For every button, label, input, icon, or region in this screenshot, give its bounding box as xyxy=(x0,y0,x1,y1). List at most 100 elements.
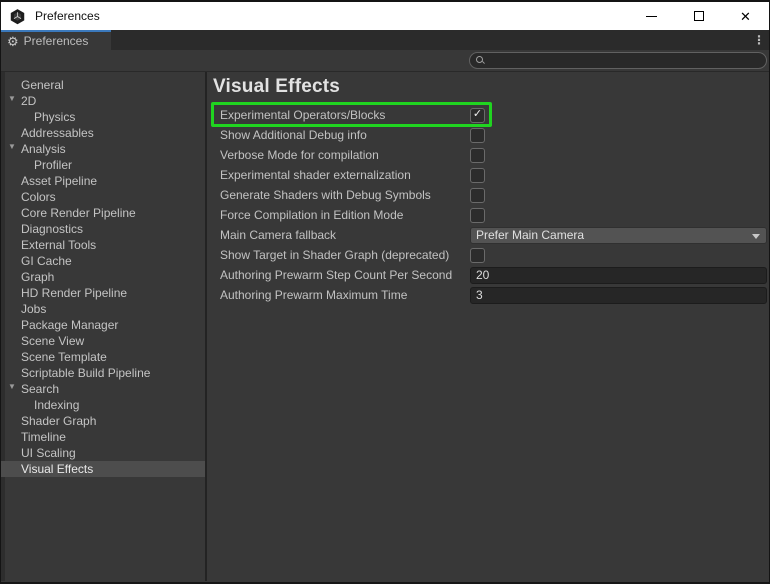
search-box[interactable] xyxy=(469,52,767,69)
sidebar-item-indexing[interactable]: Indexing xyxy=(1,397,205,413)
setting-row-main-camera-fallback: Main Camera fallback Prefer Main Camera xyxy=(220,225,769,245)
sidebar-item-general[interactable]: General xyxy=(1,77,205,93)
sidebar-item-label: Search xyxy=(21,382,59,396)
main-camera-fallback-dropdown[interactable]: Prefer Main Camera xyxy=(470,227,767,244)
preferences-window: Preferences ✕ ⚙ Preferences ⋮ General ▼ 2D… xyxy=(0,0,770,584)
setting-label: Show Target in Shader Graph (deprecated) xyxy=(220,248,470,262)
unity-logo-icon xyxy=(9,8,26,25)
minimize-icon[interactable] xyxy=(628,2,675,30)
generate-shaders-with-debug-symbols-checkbox[interactable] xyxy=(470,188,485,203)
sidebar-item-label: Core Render Pipeline xyxy=(21,206,136,220)
collapse-triangle-icon[interactable]: ▼ xyxy=(8,142,16,151)
sidebar-item-colors[interactable]: Colors xyxy=(1,189,205,205)
sidebar-item-label: Timeline xyxy=(21,430,66,444)
sidebar-item-label: Profiler xyxy=(34,158,72,172)
sidebar-item-label: Physics xyxy=(34,110,75,124)
sidebar-item-label: Package Manager xyxy=(21,318,118,332)
collapse-triangle-icon[interactable]: ▼ xyxy=(8,382,16,391)
settings-panel: Visual Effects Experimental Operators/Bl… xyxy=(207,72,769,581)
sidebar-item-label: General xyxy=(21,78,64,92)
sidebar-item-core-render-pipeline[interactable]: Core Render Pipeline xyxy=(1,205,205,221)
sidebar-item-label: Asset Pipeline xyxy=(21,174,97,188)
setting-row-force-compilation-in-edition-mode: Force Compilation in Edition Mode xyxy=(220,205,769,225)
setting-row-show-additional-debug-info: Show Additional Debug info xyxy=(220,125,769,145)
sidebar-item-label: 2D xyxy=(21,94,36,108)
sidebar-item-physics[interactable]: Physics xyxy=(1,109,205,125)
sidebar-item-gi-cache[interactable]: GI Cache xyxy=(1,253,205,269)
sidebar-item-label: Graph xyxy=(21,270,54,284)
tab-label: Preferences xyxy=(24,34,89,48)
verbose-mode-for-compilation-checkbox[interactable] xyxy=(470,148,485,163)
tab-preferences[interactable]: ⚙ Preferences xyxy=(1,30,111,50)
search-input[interactable] xyxy=(489,53,766,68)
sidebar-item-label: Jobs xyxy=(21,302,46,316)
sidebar-item-label: Diagnostics xyxy=(21,222,83,236)
sidebar-item-graph[interactable]: Graph xyxy=(1,269,205,285)
dropdown-value: Prefer Main Camera xyxy=(476,228,584,242)
sidebar-item-label: Scene View xyxy=(21,334,84,348)
setting-row-authoring-prewarm-maximum-time: Authoring Prewarm Maximum Time xyxy=(220,285,769,305)
sidebar-item-hd-render-pipeline[interactable]: HD Render Pipeline xyxy=(1,285,205,301)
setting-row-show-target-in-shader-graph-deprecated: Show Target in Shader Graph (deprecated) xyxy=(220,245,769,265)
sidebar-item-label: HD Render Pipeline xyxy=(21,286,127,300)
sidebar-item-diagnostics[interactable]: Diagnostics xyxy=(1,221,205,237)
sidebar-item-label: Indexing xyxy=(34,398,79,412)
kebab-menu-icon[interactable]: ⋮ xyxy=(751,30,767,50)
sidebar: General ▼ 2D Physics Addressables ▼ Analysis Pr… xyxy=(1,72,207,581)
sidebar-item-analysis[interactable]: ▼ Analysis xyxy=(1,141,205,157)
sidebar-item-label: Shader Graph xyxy=(21,414,96,428)
sidebar-item-timeline[interactable]: Timeline xyxy=(1,429,205,445)
sidebar-item-label: Analysis xyxy=(21,142,66,156)
authoring-prewarm-maximum-time-field[interactable] xyxy=(470,287,767,304)
sidebar-item-2d[interactable]: ▼ 2D xyxy=(1,93,205,109)
sidebar-item-label: Addressables xyxy=(21,126,94,140)
sidebar-item-scene-template[interactable]: Scene Template xyxy=(1,349,205,365)
setting-row-generate-shaders-with-debug-symbols: Generate Shaders with Debug Symbols xyxy=(220,185,769,205)
sidebar-item-search[interactable]: ▼ Search xyxy=(1,381,205,397)
settings-rows: Experimental Operators/Blocks✓ Show Addit… xyxy=(220,105,769,305)
show-additional-debug-info-checkbox[interactable] xyxy=(470,128,485,143)
maximize-icon[interactable] xyxy=(675,2,722,30)
sidebar-item-asset-pipeline[interactable]: Asset Pipeline xyxy=(1,173,205,189)
show-target-in-shader-graph-deprecated-checkbox[interactable] xyxy=(470,248,485,263)
setting-label: Authoring Prewarm Maximum Time xyxy=(220,288,470,302)
force-compilation-in-edition-mode-checkbox[interactable] xyxy=(470,208,485,223)
checkmark-icon: ✓ xyxy=(473,109,482,120)
sidebar-item-label: Colors xyxy=(21,190,56,204)
experimental-operators-blocks-checkbox[interactable]: ✓ xyxy=(470,108,485,123)
sidebar-item-scene-view[interactable]: Scene View xyxy=(1,333,205,349)
sidebar-item-addressables[interactable]: Addressables xyxy=(1,125,205,141)
sidebar-item-external-tools[interactable]: External Tools xyxy=(1,237,205,253)
setting-row-experimental-shader-externalization: Experimental shader externalization xyxy=(220,165,769,185)
sidebar-item-package-manager[interactable]: Package Manager xyxy=(1,317,205,333)
authoring-prewarm-step-count-per-second-field[interactable] xyxy=(470,267,767,284)
gear-icon: ⚙ xyxy=(7,35,19,48)
setting-label: Main Camera fallback xyxy=(220,228,470,242)
sidebar-item-visual-effects[interactable]: Visual Effects xyxy=(1,461,205,477)
sidebar-item-scriptable-build-pipeline[interactable]: Scriptable Build Pipeline xyxy=(1,365,205,381)
close-icon[interactable]: ✕ xyxy=(722,2,769,30)
tab-bar: ⚙ Preferences ⋮ xyxy=(1,30,769,50)
sidebar-item-label: External Tools xyxy=(21,238,96,252)
setting-row-authoring-prewarm-step-count-per-second: Authoring Prewarm Step Count Per Second xyxy=(220,265,769,285)
chevron-down-icon xyxy=(752,234,760,239)
collapse-triangle-icon[interactable]: ▼ xyxy=(8,94,16,103)
sidebar-item-label: Visual Effects xyxy=(21,462,93,476)
setting-label: Verbose Mode for compilation xyxy=(220,148,470,162)
sidebar-item-profiler[interactable]: Profiler xyxy=(1,157,205,173)
setting-label: Show Additional Debug info xyxy=(220,128,470,142)
sidebar-item-jobs[interactable]: Jobs xyxy=(1,301,205,317)
search-icon xyxy=(475,55,485,65)
sidebar-item-label: UI Scaling xyxy=(21,446,76,460)
setting-label: Generate Shaders with Debug Symbols xyxy=(220,188,470,202)
setting-label: Force Compilation in Edition Mode xyxy=(220,208,470,222)
sidebar-item-ui-scaling[interactable]: UI Scaling xyxy=(1,445,205,461)
sidebar-item-label: GI Cache xyxy=(21,254,72,268)
setting-row-verbose-mode-for-compilation: Verbose Mode for compilation xyxy=(220,145,769,165)
window-titlebar: Preferences ✕ xyxy=(1,2,769,30)
page-title: Visual Effects xyxy=(213,76,340,98)
setting-row-experimental-operators-blocks: Experimental Operators/Blocks✓ xyxy=(220,105,769,125)
setting-label: Authoring Prewarm Step Count Per Second xyxy=(220,268,470,282)
experimental-shader-externalization-checkbox[interactable] xyxy=(470,168,485,183)
sidebar-item-shader-graph[interactable]: Shader Graph xyxy=(1,413,205,429)
